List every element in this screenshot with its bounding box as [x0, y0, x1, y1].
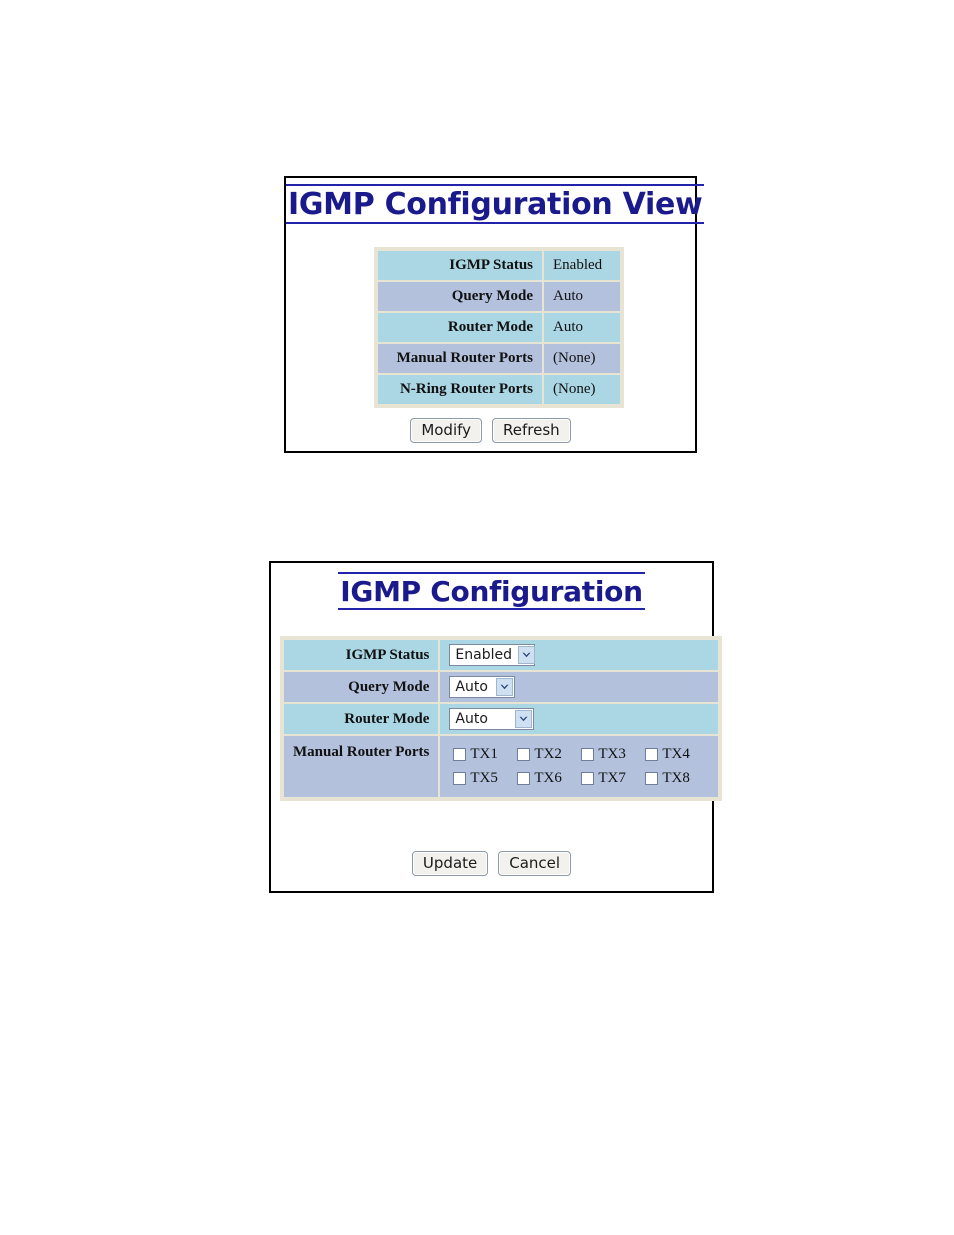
config-page-title-text: IGMP Configuration — [338, 572, 645, 610]
table-row: IGMP Status Enabled — [377, 250, 621, 281]
table-row: Manual Router Ports (None) — [377, 343, 621, 374]
router-mode-select[interactable]: Auto — [449, 708, 535, 730]
checkbox-icon[interactable] — [517, 748, 531, 761]
config-button-bar: Update Cancel — [271, 851, 712, 876]
port-checkbox-tx7[interactable]: TX7 — [581, 770, 645, 787]
page-title-text: IGMP Configuration View — [286, 184, 705, 224]
table-row: IGMP Status Enabled — [283, 639, 720, 671]
checkbox-icon[interactable] — [453, 748, 467, 761]
field-label-igmp-status: IGMP Status — [283, 639, 440, 671]
port-checkbox-tx4[interactable]: TX4 — [645, 746, 709, 763]
igmp-status-table: IGMP Status Enabled Query Mode Auto Rout… — [374, 247, 624, 408]
port-label: TX2 — [534, 746, 562, 762]
field-cell-query-mode: Auto — [439, 671, 720, 703]
field-cell-manual-router-ports: TX1 TX2 TX3 TX4 TX5 TX6 TX7 TX8 — [439, 735, 720, 798]
manual-router-ports-grid: TX1 TX2 TX3 TX4 TX5 TX6 TX7 TX8 — [449, 740, 709, 793]
igmp-config-table: IGMP Status Enabled Query Mode Auto Rout… — [280, 636, 723, 801]
row-value-manual-router-ports: (None) — [543, 343, 621, 374]
table-row: Manual Router Ports TX1 TX2 TX3 TX4 TX5 … — [283, 735, 720, 798]
igmp-configuration-panel: IGMP Configuration IGMP Status Enabled Q… — [269, 561, 723, 893]
row-label-nring-router-ports: N-Ring Router Ports — [377, 374, 543, 405]
igmp-status-select[interactable]: Enabled — [449, 644, 536, 666]
row-label-manual-router-ports: Manual Router Ports — [377, 343, 543, 374]
igmp-config-table-wrapper: IGMP Status Enabled Query Mode Auto Rout… — [280, 636, 723, 801]
cancel-button[interactable]: Cancel — [498, 851, 572, 876]
table-row: Router Mode Auto — [377, 312, 621, 343]
port-checkbox-tx5[interactable]: TX5 — [453, 770, 517, 787]
config-page-title: IGMP Configuration — [271, 572, 712, 610]
ports-row-1: TX1 TX2 TX3 TX4 — [453, 746, 709, 763]
query-mode-select-value: Auto — [455, 679, 488, 695]
port-checkbox-tx3[interactable]: TX3 — [581, 746, 645, 763]
refresh-button[interactable]: Refresh — [492, 418, 571, 443]
checkbox-icon[interactable] — [645, 748, 659, 761]
port-label: TX6 — [534, 770, 562, 786]
port-checkbox-tx2[interactable]: TX2 — [517, 746, 581, 763]
port-checkbox-tx6[interactable]: TX6 — [517, 770, 581, 787]
chevron-down-icon[interactable] — [517, 646, 535, 664]
port-label: TX4 — [662, 746, 690, 762]
row-label-igmp-status: IGMP Status — [377, 250, 543, 281]
checkbox-icon[interactable] — [645, 772, 659, 785]
port-label: TX3 — [598, 746, 626, 762]
field-cell-router-mode: Auto — [439, 703, 720, 735]
field-cell-igmp-status: Enabled — [439, 639, 720, 671]
query-mode-select[interactable]: Auto — [449, 676, 516, 698]
port-label: TX8 — [662, 770, 690, 786]
chevron-down-icon[interactable] — [515, 710, 533, 728]
row-value-query-mode: Auto — [543, 281, 621, 312]
table-row: Query Mode Auto — [283, 671, 720, 703]
row-value-router-mode: Auto — [543, 312, 621, 343]
port-label: TX7 — [598, 770, 626, 786]
table-row: Router Mode Auto — [283, 703, 720, 735]
port-label: TX5 — [470, 770, 498, 786]
checkbox-icon[interactable] — [517, 772, 531, 785]
igmp-status-select-value: Enabled — [455, 647, 512, 663]
port-checkbox-tx1[interactable]: TX1 — [453, 746, 517, 763]
igmp-configuration-view-panel: IGMP Configuration View IGMP Status Enab… — [284, 176, 705, 453]
row-value-nring-router-ports: (None) — [543, 374, 621, 405]
page-title: IGMP Configuration View — [286, 184, 705, 224]
field-label-manual-router-ports: Manual Router Ports — [283, 735, 440, 798]
field-label-router-mode: Router Mode — [283, 703, 440, 735]
router-mode-select-value: Auto — [455, 711, 488, 727]
igmp-status-table-wrapper: IGMP Status Enabled Query Mode Auto Rout… — [374, 247, 624, 408]
field-label-query-mode: Query Mode — [283, 671, 440, 703]
port-label: TX1 — [470, 746, 498, 762]
view-button-bar: Modify Refresh — [286, 418, 695, 443]
table-row: N-Ring Router Ports (None) — [377, 374, 621, 405]
row-label-query-mode: Query Mode — [377, 281, 543, 312]
update-button[interactable]: Update — [411, 851, 489, 876]
checkbox-icon[interactable] — [453, 772, 467, 785]
table-row: Query Mode Auto — [377, 281, 621, 312]
port-checkbox-tx8[interactable]: TX8 — [645, 770, 709, 787]
chevron-down-icon[interactable] — [496, 678, 514, 696]
row-label-router-mode: Router Mode — [377, 312, 543, 343]
modify-button[interactable]: Modify — [410, 418, 483, 443]
checkbox-icon[interactable] — [581, 748, 595, 761]
ports-row-2: TX5 TX6 TX7 TX8 — [453, 770, 709, 787]
row-value-igmp-status: Enabled — [543, 250, 621, 281]
checkbox-icon[interactable] — [581, 772, 595, 785]
